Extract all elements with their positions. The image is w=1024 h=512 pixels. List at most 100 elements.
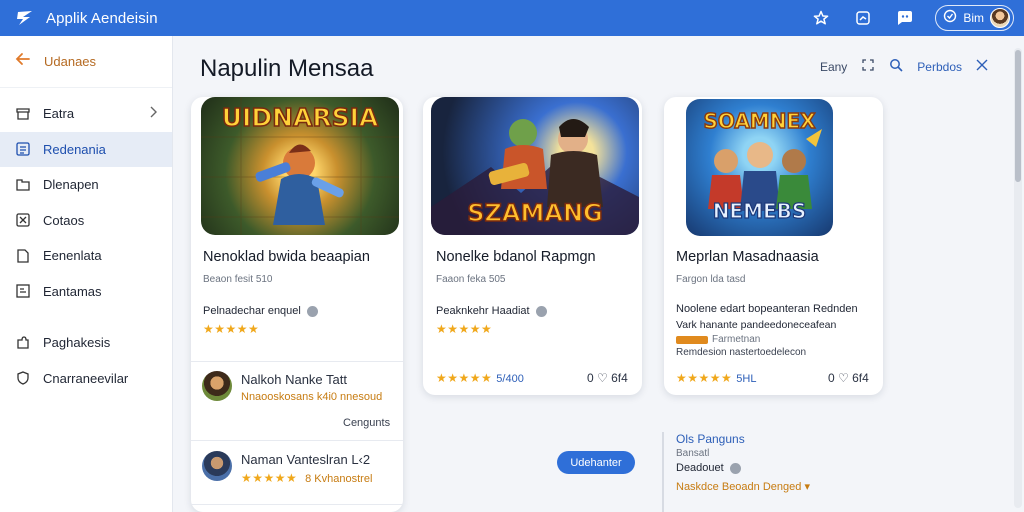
sidebar-item-cotaos[interactable]: Cotaos: [0, 203, 172, 239]
sidebar-item-label: Redenania: [43, 141, 106, 157]
sidebar-item-label: Eantamas: [43, 283, 102, 299]
game-meta: Beaon fesit 510: [203, 274, 273, 285]
verified-icon: [729, 462, 741, 474]
sidebar-item-label: Cnarraneevilar: [43, 370, 129, 386]
back-button[interactable]: Udanaes: [0, 36, 172, 88]
side-panel-subtitle: Bansatl: [676, 448, 710, 459]
sidebar-item-eatra[interactable]: Eatra: [0, 96, 172, 132]
easy-button[interactable]: Eany: [820, 60, 847, 74]
chevron-down-icon: ▾: [804, 481, 810, 493]
sidebar-item-label: Eenenlata: [43, 248, 102, 264]
chevron-right-icon: [148, 105, 158, 121]
card-footer[interactable]: 0 ♡ 6f4: [587, 371, 628, 385]
game-meta: Fargon lda tasd: [676, 274, 746, 285]
likes-count: 0 ♡ 6f4: [828, 371, 869, 385]
tag-label: Farmetnan: [712, 334, 761, 345]
side-panel-developer: Deadouet: [676, 462, 842, 474]
game-description: Vark hanante pandeedoneceafean: [676, 319, 837, 331]
game-tag: Farmetnan: [676, 334, 760, 345]
page-icon: [15, 283, 31, 299]
avatar[interactable]: [990, 8, 1010, 28]
shield-icon: [15, 370, 31, 386]
expand-icon[interactable]: [861, 58, 875, 75]
game-title[interactable]: Meprlan Masadnaasia: [676, 249, 819, 265]
categories-label[interactable]: Cengunts: [343, 417, 390, 429]
arrow-left-icon: [14, 50, 34, 74]
game-description: Remdesion nastertoedelecon: [676, 347, 807, 358]
close-box-icon: [15, 212, 31, 228]
sidebar-item-dlenapen[interactable]: Dlenapen: [0, 167, 172, 203]
sidebar-item-label: Dlenapen: [43, 177, 99, 193]
sidebar-item-paghakesis[interactable]: Paghakesis: [0, 325, 172, 361]
settings-icon: [943, 9, 957, 28]
chat-icon[interactable]: [895, 8, 915, 28]
artwork-subtitle: NEMEBS: [712, 198, 807, 223]
developer: Noolene edart bopeanteran Rednden: [676, 303, 858, 315]
rating-value: 5HL: [736, 373, 757, 385]
verified-icon: [306, 305, 318, 317]
avatar: [202, 451, 232, 481]
divider: [191, 504, 403, 505]
header-tools: Eany Perbdos: [820, 58, 988, 75]
artwork-title: SZAMANG: [466, 198, 603, 228]
game-title[interactable]: Nenoklad bwida beaapian: [203, 249, 370, 265]
developer-name: Pelnadechar enquel: [203, 305, 301, 317]
sidebar: Udanaes Eatra Redenania Dlenapen Cotaos …: [0, 36, 173, 512]
rating-stars: ★★★★★ 5/400: [436, 371, 524, 385]
card-footer[interactable]: 0 ♡ 6f4: [828, 371, 869, 385]
developer-name: Deadouet: [676, 462, 724, 474]
primary-button[interactable]: Udehanter: [557, 451, 635, 474]
review-author[interactable]: Nalkoh Nanke Tatt: [241, 372, 347, 387]
user-name: Bim: [963, 11, 984, 25]
share-icon[interactable]: [853, 8, 873, 28]
filter-link[interactable]: Perbdos: [917, 60, 962, 74]
developer: Peaknkehr Haadiat: [436, 305, 547, 317]
scrollbar[interactable]: [1014, 48, 1022, 508]
developer-name: Peaknkehr Haadiat: [436, 305, 530, 317]
document-icon: [15, 248, 31, 264]
back-label: Udanaes: [44, 54, 97, 69]
scrollbar-thumb[interactable]: [1015, 50, 1021, 182]
review-subtitle: 8 Kvhanostrel: [305, 473, 373, 485]
sidebar-item-label: Cotaos: [43, 212, 85, 228]
review-author[interactable]: Naman Vanteslran L‹2: [241, 452, 370, 467]
puzzle-icon: [15, 335, 31, 351]
game-artwork-1[interactable]: UIDNARSIA: [201, 97, 399, 235]
search-icon[interactable]: [889, 58, 903, 75]
side-panel-title[interactable]: Ols Panguns: [676, 432, 842, 446]
side-panel: Ols Panguns Bansatl Deadouet Naskdce Beo…: [662, 432, 842, 512]
divider: [191, 440, 403, 441]
rating-value: 5/400: [496, 373, 524, 385]
game-title[interactable]: Nonelke bdanol Rapmgn: [436, 249, 596, 265]
avatar: [202, 371, 232, 401]
developer: Pelnadechar enquel: [203, 305, 318, 317]
side-panel-link[interactable]: Naskdce Beoadn Denged ▾: [676, 480, 842, 493]
side-panel-link-label: Naskdce Beoadn Denged: [676, 481, 802, 493]
artwork-title: UIDNARSIA: [221, 102, 379, 133]
page-title: Napulin Mensaa: [200, 55, 374, 82]
close-icon[interactable]: [976, 59, 988, 74]
list-icon: [15, 141, 31, 157]
rating-stars: ★★★★★: [203, 322, 260, 336]
developer-name: Noolene edart bopeanteran Rednden: [676, 303, 858, 315]
app-title: Applik Aendeisin: [46, 9, 158, 27]
folder-icon: [15, 177, 31, 193]
user-menu[interactable]: Bim: [935, 5, 1014, 31]
game-artwork-2[interactable]: SZAMANG: [431, 97, 639, 235]
artwork-title: SOAMNEX: [703, 108, 816, 133]
verified-icon: [535, 305, 547, 317]
box-icon: [15, 106, 31, 122]
sidebar-item-label: Eatra: [43, 106, 75, 122]
app-logo-icon: [14, 7, 36, 29]
sidebar-item-eenenlata[interactable]: Eenenlata: [0, 238, 172, 274]
game-meta: Faaon feka 505: [436, 274, 506, 285]
game-artwork-3[interactable]: SOAMNEX NEMEBS: [686, 99, 833, 236]
review-subtitle: Nnaooskosans k4i0 nnesoud: [241, 391, 383, 403]
rating-stars: ★★★★★: [436, 322, 493, 336]
likes-count: 0 ♡ 6f4: [587, 371, 628, 385]
sidebar-item-eantamas[interactable]: Eantamas: [0, 274, 172, 310]
divider: [191, 361, 403, 362]
sidebar-item-cnarraneevilar[interactable]: Cnarraneevilar: [0, 361, 172, 397]
star-icon[interactable]: [811, 8, 831, 28]
sidebar-item-redenania[interactable]: Redenania: [0, 131, 172, 167]
